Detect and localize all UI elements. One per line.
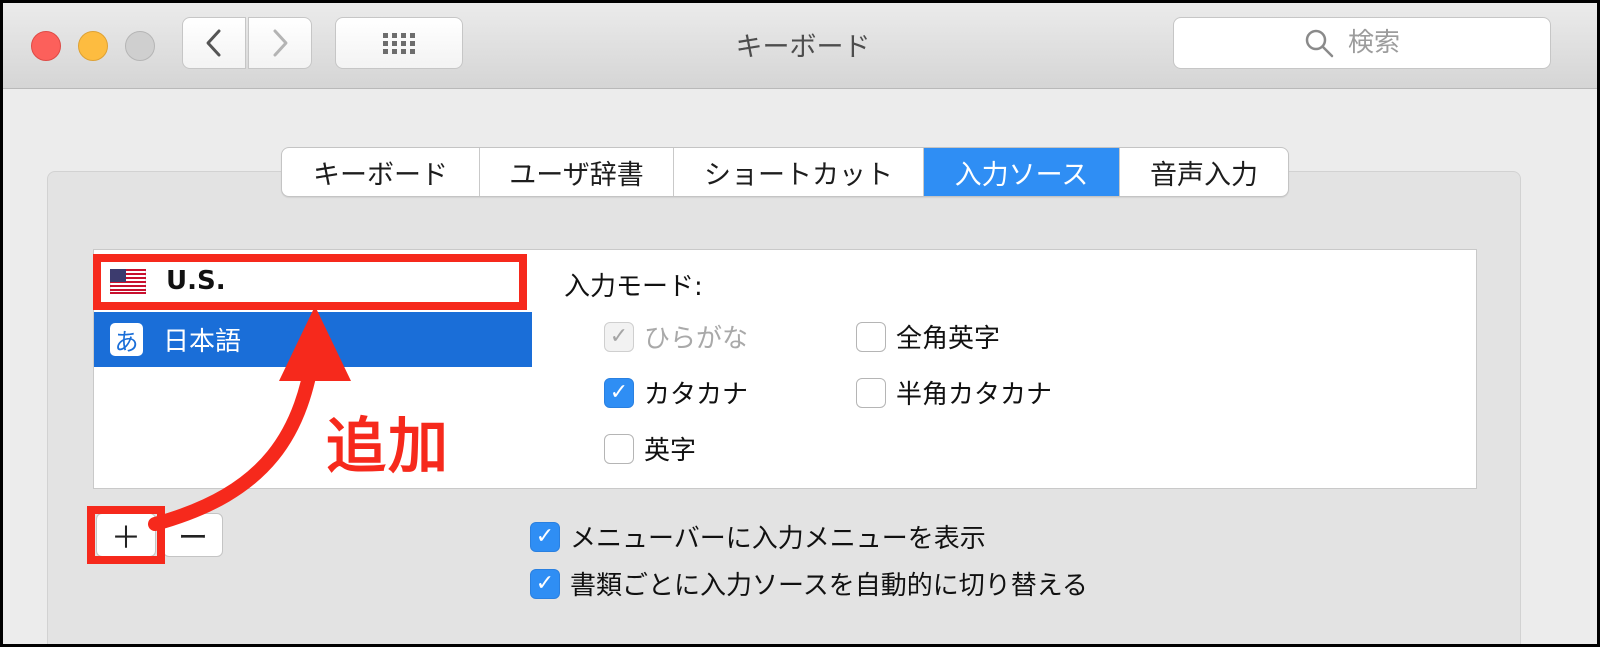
window: キーボード キーボード ユーザ辞書 ショートカット 入力ソース 音声入力 [3, 3, 1597, 644]
annotation-label: 追加 [326, 412, 450, 482]
annotation-arrow [148, 306, 351, 531]
